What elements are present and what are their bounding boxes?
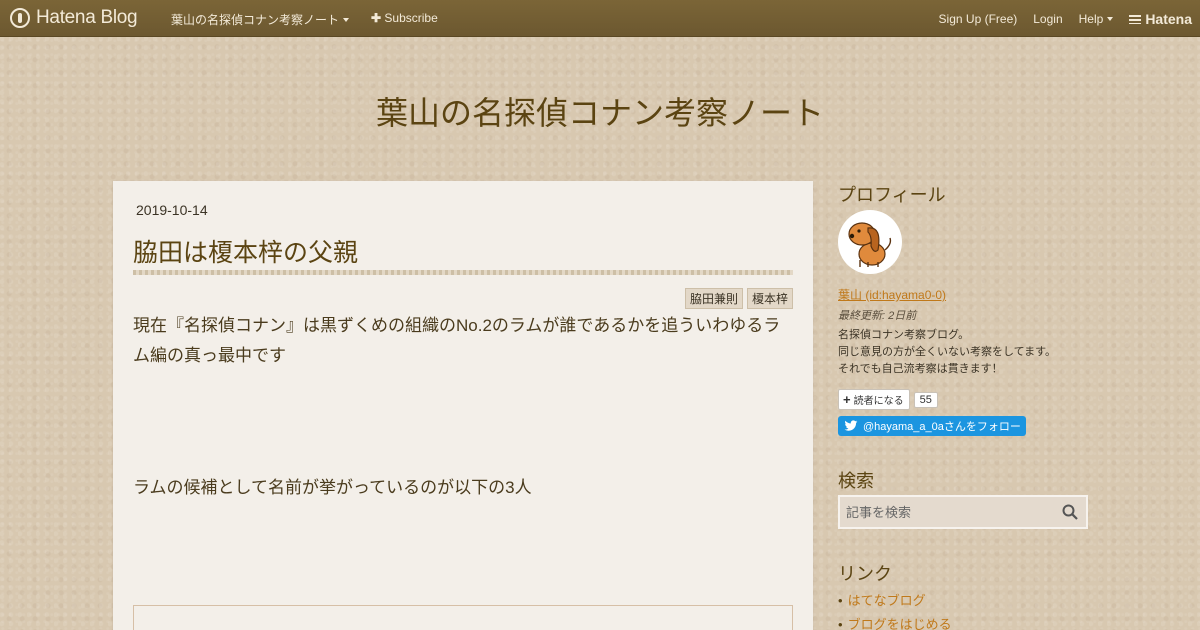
hatena-link[interactable]: Hatena	[1129, 11, 1192, 27]
profile-heading: プロフィール	[838, 185, 946, 205]
header-right-nav: Sign Up (Free) Login Help Hatena	[939, 11, 1192, 27]
subscribe-button[interactable]: ✚ Subscribe	[371, 11, 438, 25]
description-line: 同じ意見の方が全くいない考察をしてます。	[838, 346, 1057, 358]
link-item[interactable]: はてなブログ	[838, 589, 952, 613]
blog-menu[interactable]: 葉山の名探偵コナン考察ノート	[171, 11, 350, 28]
embedded-box	[133, 605, 793, 630]
help-label: Help	[1078, 12, 1104, 26]
links-list: はてなブログ ブログをはじめる	[838, 589, 952, 630]
chevron-down-icon	[343, 18, 350, 22]
plus-icon: ✚	[371, 11, 382, 25]
twitter-follow-button[interactable]: @hayama_a_0aさんをフォロー	[838, 416, 1026, 436]
search-form	[838, 495, 1088, 529]
search-icon[interactable]	[1062, 504, 1078, 520]
description-line: それでも自己流考察は貫きます！	[838, 363, 1003, 375]
tag-link[interactable]: 脇田兼則	[684, 288, 743, 309]
hatena-label: Hatena	[1145, 11, 1192, 27]
last-updated: 最終更新: 2日前	[838, 310, 917, 322]
plus-icon: +	[843, 391, 851, 407]
reader-button-label: 読者になる	[853, 396, 904, 407]
subscribe-widget: + 読者になる 55	[838, 389, 938, 410]
entry-article: 2019-10-14 脇田は榎本梓の父親 脇田兼則 榎本梓 現在『名探偵コナン』…	[113, 181, 813, 630]
profile-description: 名探偵コナン考察ブログ。 同じ意見の方が全くいない考察をしてます。 それでも自己…	[838, 327, 1088, 378]
link-item[interactable]: ブログをはじめる	[838, 613, 952, 630]
avatar[interactable]	[838, 210, 902, 274]
twitter-bird-icon	[844, 420, 858, 431]
logo-text: Hatena Blog	[36, 7, 138, 28]
link-label: はてなブログ	[847, 593, 926, 608]
reader-button[interactable]: + 読者になる	[838, 389, 910, 410]
subscribe-label: Subscribe	[384, 11, 438, 25]
profile-name-link[interactable]: 葉山 (id:hayama0-0)	[838, 286, 946, 303]
entry-date[interactable]: 2019-10-14	[136, 202, 208, 218]
hatena-logo-icon	[1129, 14, 1142, 24]
search-heading: 検索	[838, 471, 874, 491]
blog-menu-label: 葉山の名探偵コナン考察ノート	[171, 13, 340, 27]
tag-link[interactable]: 榎本梓	[746, 288, 793, 309]
search-input[interactable]	[840, 497, 1050, 527]
entry-tags: 脇田兼則 榎本梓	[684, 288, 793, 309]
entry-paragraph: ラムの候補として名前が挙がっているのが以下の3人	[133, 478, 532, 497]
description-line: 名探偵コナン考察ブログ。	[838, 329, 970, 341]
signup-link[interactable]: Sign Up (Free)	[939, 12, 1018, 26]
hatena-blog-logo-icon	[10, 8, 30, 28]
reader-count: 55	[913, 391, 938, 408]
hatena-blog-logo[interactable]: Hatena Blog	[10, 7, 138, 29]
chevron-down-icon	[1107, 17, 1114, 21]
entry-paragraph: 現在『名探偵コナン』は黒ずくめの組織のNo.2のラムが誰であるかを追ういわゆるラ…	[133, 316, 781, 365]
entry-title[interactable]: 脇田は榎本梓の父親	[133, 233, 358, 269]
links-heading: リンク	[838, 564, 892, 584]
link-label: ブログをはじめる	[847, 617, 952, 630]
help-menu[interactable]: Help	[1079, 12, 1114, 26]
dog-icon	[848, 222, 892, 267]
twitter-follow-label: @hayama_a_0aさんをフォロー	[863, 421, 1021, 433]
title-divider	[133, 270, 793, 275]
login-link[interactable]: Login	[1033, 12, 1062, 26]
global-header: Hatena Blog 葉山の名探偵コナン考察ノート ✚ Subscribe S…	[0, 0, 1200, 37]
blog-title[interactable]: 葉山の名探偵コナン考察ノート	[0, 88, 1200, 134]
